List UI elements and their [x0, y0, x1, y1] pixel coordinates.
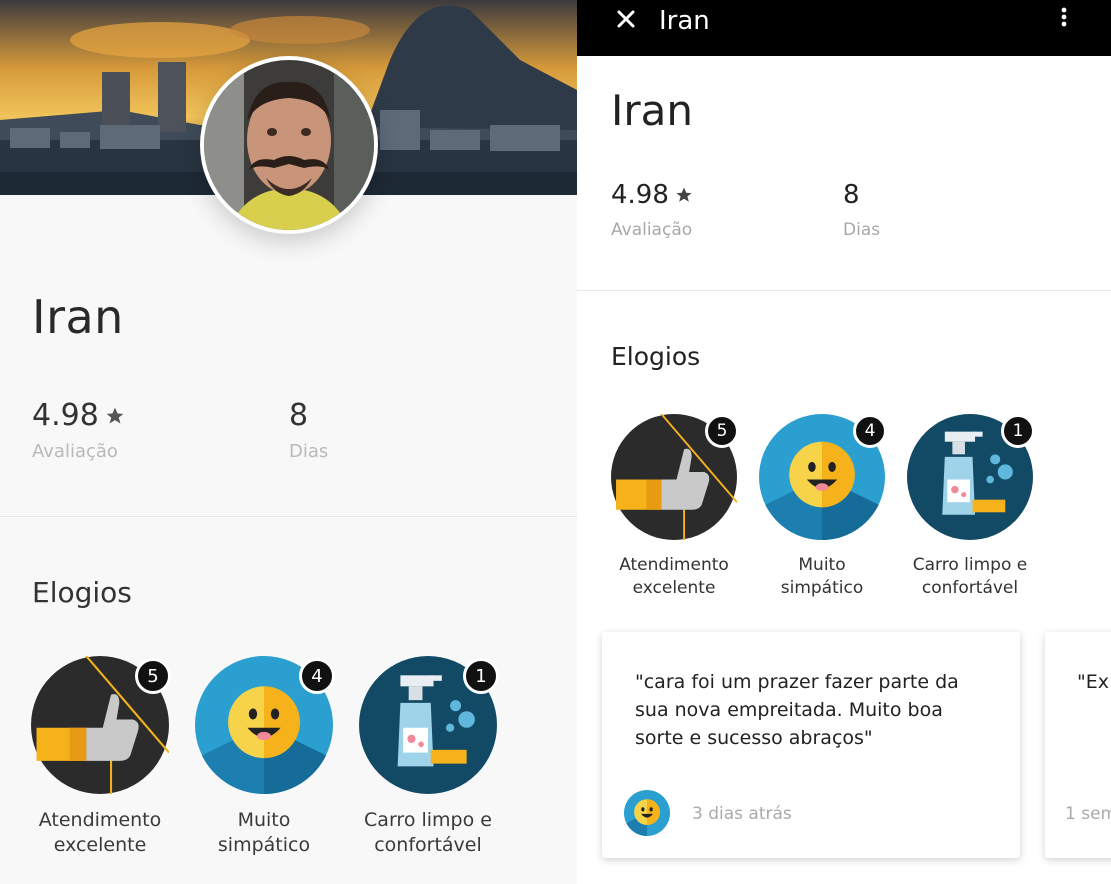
days-value: 8: [289, 398, 309, 433]
left-profile-panel: Iran 4.98 Avaliação 8 Dias Elogios 5 Ate…: [0, 0, 577, 884]
top-bar-title: Iran: [659, 6, 710, 36]
compliment-caption: Atendimento excelente: [38, 809, 162, 856]
compliment-excellent-service[interactable]: 5 Atendimento excelente: [599, 413, 749, 600]
compliment-count: 5: [705, 414, 739, 448]
rating-stat: 4.98 Avaliação: [611, 180, 693, 240]
compliments-title: Elogios: [32, 576, 132, 609]
review-card[interactable]: "Ex 1 sem: [1045, 632, 1111, 858]
days-stat: 8 Dias: [843, 180, 880, 240]
driver-name: Iran: [32, 290, 124, 344]
review-text: "cara foi um prazer fazer parte da sua n…: [635, 671, 959, 749]
smiley-face-icon: [624, 790, 670, 836]
compliment-count: 5: [135, 658, 171, 694]
compliment-count: 1: [463, 658, 499, 694]
more-vertical-icon[interactable]: [1053, 4, 1075, 34]
compliments-title: Elogios: [611, 342, 701, 371]
review-time: 3 dias atrás: [692, 804, 792, 824]
days-value: 8: [843, 180, 860, 210]
driver-name: Iran: [611, 86, 694, 135]
rating-value: 4.98: [32, 398, 99, 433]
divider: [0, 516, 577, 517]
right-profile-panel: Iran Iran 4.98 Avaliação 8 Dias Elogios: [577, 0, 1111, 884]
driver-avatar: [200, 56, 378, 234]
compliment-count: 4: [299, 658, 335, 694]
compliment-very-friendly[interactable]: 4 Muito simpático: [189, 656, 339, 858]
review-card[interactable]: "cara foi um prazer fazer parte da sua n…: [602, 632, 1020, 858]
compliment-count: 1: [1001, 414, 1035, 448]
review-text: "Ex: [1077, 671, 1109, 693]
divider: [577, 290, 1111, 291]
star-icon: [676, 187, 692, 202]
days-label: Dias: [289, 441, 329, 462]
compliment-caption: Muito simpático: [780, 555, 864, 598]
compliment-clean-car[interactable]: 1 Carro limpo e confortável: [353, 656, 503, 858]
rating-stat: 4.98 Avaliação: [32, 398, 125, 462]
compliment-caption: Atendimento excelente: [619, 555, 729, 598]
rating-label: Avaliação: [32, 441, 118, 462]
compliment-excellent-service[interactable]: 5 Atendimento excelente: [25, 655, 175, 858]
star-icon: [106, 407, 124, 423]
rating-value: 4.98: [611, 180, 669, 210]
compliment-count: 4: [853, 414, 887, 448]
days-label: Dias: [843, 220, 881, 240]
compliment-caption: Carro limpo e confortável: [912, 555, 1028, 598]
compliment-very-friendly[interactable]: 4 Muito simpático: [747, 414, 897, 600]
days-stat: 8 Dias: [289, 398, 328, 462]
close-icon[interactable]: [611, 4, 641, 34]
review-time: 1 sem: [1065, 804, 1111, 824]
top-bar: Iran: [577, 0, 1111, 56]
compliment-clean-car[interactable]: 1 Carro limpo e confortável: [895, 414, 1045, 600]
compliment-caption: Muito simpático: [217, 809, 311, 856]
compliment-caption: Carro limpo e confortável: [364, 809, 492, 856]
rating-label: Avaliação: [611, 220, 693, 240]
